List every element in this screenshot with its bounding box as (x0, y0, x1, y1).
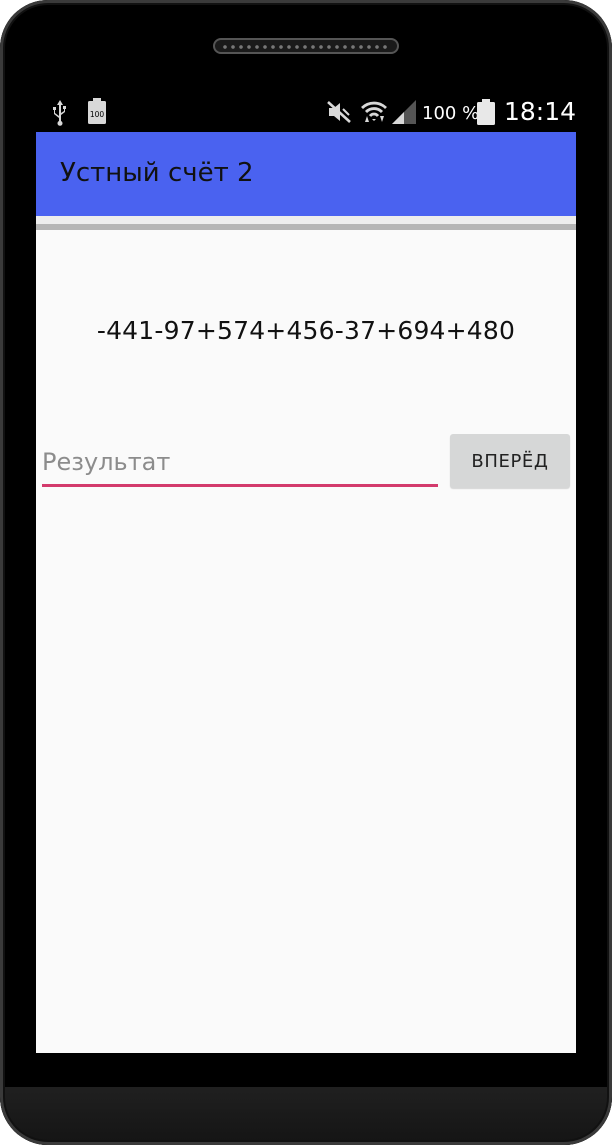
app-bar: Устный счёт 2 (36, 132, 576, 216)
app-title: Устный счёт 2 (60, 158, 254, 188)
phone-frame: 100 100 % 18:14 Устный счёт 2 -441-97+57… (0, 0, 612, 1145)
bottom-bezel (0, 1087, 612, 1145)
battery-icon (477, 99, 495, 129)
battery-saver-icon: 100 (88, 98, 106, 128)
clock: 18:14 (504, 97, 577, 126)
battery-saver-text: 100 (90, 110, 105, 119)
usb-icon (50, 98, 70, 130)
app-bar-divider (36, 216, 576, 230)
app-screen: Устный счёт 2 -441-97+574+456-37+694+480… (36, 132, 576, 1053)
status-bar: 100 100 % 18:14 (36, 90, 576, 132)
speaker-grille (213, 38, 399, 54)
wifi-icon (360, 98, 388, 130)
math-expression: -441-97+574+456-37+694+480 (96, 316, 516, 345)
signal-icon (392, 100, 418, 128)
battery-percent: 100 % (422, 103, 480, 124)
forward-button[interactable]: ВПЕРЁД (450, 434, 570, 488)
mute-icon (326, 100, 352, 128)
result-input[interactable] (42, 440, 438, 487)
